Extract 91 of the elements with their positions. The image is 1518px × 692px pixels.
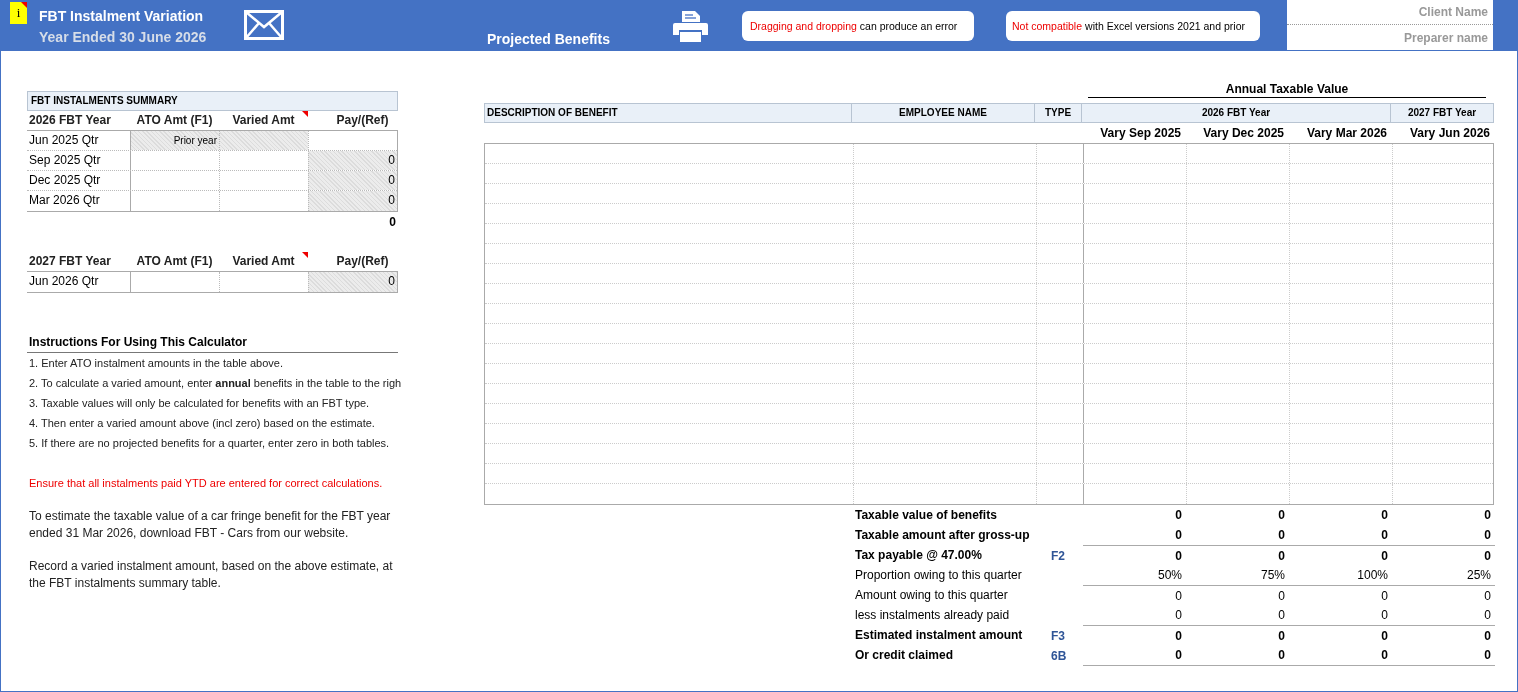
column-header: Varied Amt <box>219 111 308 130</box>
value-cell: 0 <box>1392 625 1495 646</box>
value-cell-text: 0 <box>1174 507 1183 524</box>
instruction-step: 4. Then enter a varied amount above (incl zero) based on the estimate. <box>27 413 398 433</box>
form-code-label: 6B <box>1051 648 1067 663</box>
note-text: To estimate the taxable value of a car fringe benefit for the FBT year ended 31 Mar 2026, download FBT - Cars from our website. <box>28 508 392 542</box>
column-header: ATO Amt (F1) <box>135 253 214 270</box>
value-cell-text: 0 <box>1483 527 1492 544</box>
row-label: Tax payable @ 47.00% <box>854 547 983 564</box>
value-cell-text: 0 <box>1174 607 1183 624</box>
value-cell-text: 0 <box>1483 507 1492 524</box>
column-header: Vary Mar 2026 <box>1305 125 1388 142</box>
row-label: Taxable amount after gross-up <box>854 527 1031 544</box>
note-text: Record a varied instalment amount, based on the above estimate, at the FBT instalments summary table. <box>28 558 394 592</box>
value-cell: 0 <box>1289 585 1392 606</box>
row-label: less instalments already paid <box>854 607 1011 624</box>
name-field[interactable]: Client Name <box>1287 0 1493 25</box>
table-cell[interactable] <box>219 131 308 150</box>
column-header: 2027 FBT Year <box>1391 103 1494 123</box>
row-label: Estimated instalment amount <box>854 627 1024 644</box>
value-cell-text: 50% <box>1156 567 1183 584</box>
comment-marker-icon <box>21 2 27 8</box>
column-header: DESCRIPTION OF BENEFIT <box>484 103 852 123</box>
value-cell: 0 <box>1083 645 1186 666</box>
column-header: Pay/(Ref) <box>335 112 390 129</box>
group-heading: Annual Taxable Value <box>1088 79 1486 98</box>
value-cell-text: 100% <box>1356 567 1389 584</box>
value-cell-text: 0 <box>1380 507 1389 524</box>
table-cell[interactable]: 0 <box>308 171 397 190</box>
column-header: Vary Dec 2025 <box>1202 125 1285 142</box>
instruction-step: 1. Enter ATO instalment amounts in the table above. <box>27 353 398 373</box>
total-value: 0 <box>389 214 397 231</box>
column-header: 2027 FBT Year <box>28 253 112 270</box>
comment-marker-icon <box>302 111 308 117</box>
value-cell: 0 <box>1186 625 1289 646</box>
instructions-heading: Instructions For Using This Calculator <box>27 332 398 353</box>
table-cell[interactable]: 0 <box>308 191 397 211</box>
value-cell: 0 <box>1392 585 1495 606</box>
value-cell-text: 0 <box>1174 527 1183 544</box>
info-badge[interactable]: i <box>10 2 27 24</box>
form-code-label: F3 <box>1051 628 1065 643</box>
value-cell-text: 0 <box>1483 607 1492 624</box>
value-cell-text: 0 <box>1277 507 1286 524</box>
benefits-entry-grid[interactable] <box>484 143 1494 505</box>
column-header: Vary Sep 2025 <box>1099 125 1182 142</box>
column-header: Varied Amt <box>219 252 308 271</box>
printer-icon[interactable] <box>673 10 708 42</box>
value-cell-text: 25% <box>1465 567 1492 584</box>
value-cell: 0 <box>1392 545 1495 566</box>
notice-message: Dragging and dropping can produce an error <box>742 11 974 41</box>
warning-text: Ensure that all instalments paid YTD are entered for correct calculations. <box>28 476 384 491</box>
comment-marker-icon <box>302 252 308 258</box>
column-header: Vary Jun 2026 <box>1408 125 1491 142</box>
value-cell: 0 <box>1186 645 1289 666</box>
value-cell: 0 <box>1186 585 1289 606</box>
notice-message: Not compatible with Excel versions 2021 and prior <box>1006 11 1260 41</box>
value-cell: 0 <box>1289 545 1392 566</box>
instruction-step: 5. If there are no projected benefits for a quarter, enter zero in both tables. <box>27 433 398 453</box>
value-cell: 0 <box>1186 545 1289 566</box>
value-cell-text: 0 <box>1277 527 1286 544</box>
table-cell[interactable]: 0 <box>308 151 397 170</box>
table-cell[interactable]: 0 <box>308 272 397 292</box>
value-cell-text: 0 <box>1380 527 1389 544</box>
column-header: TYPE <box>1035 103 1082 123</box>
column-header: 2026 FBT Year <box>1082 103 1391 123</box>
column-header: Pay/(Ref) <box>335 253 390 270</box>
value-cell-text: 75% <box>1259 567 1286 584</box>
row-label: Or credit claimed <box>854 647 955 664</box>
value-cell: 0 <box>1083 625 1186 646</box>
app-title: FBT Instalment Variation <box>39 8 204 24</box>
value-cell: 0 <box>1083 545 1186 566</box>
value-cell: 0 <box>1392 645 1495 666</box>
value-cell: 0 <box>1083 585 1186 606</box>
value-cell: 0 <box>1289 625 1392 646</box>
column-header: EMPLOYEE NAME <box>852 103 1035 123</box>
instruction-step: 3. Taxable values will only be calculated for benefits with an FBT type. <box>27 393 398 413</box>
form-code-label: F2 <box>1051 548 1065 563</box>
row-label: Proportion owing to this quarter <box>854 567 1023 584</box>
column-header: ATO Amt (F1) <box>135 112 214 129</box>
value-cell-text: 0 <box>1277 607 1286 624</box>
value-cell: 0 <box>1289 645 1392 666</box>
name-field[interactable]: Preparer name <box>1287 25 1493 50</box>
table-cell[interactable]: Prior year <box>130 131 219 150</box>
row-label: Amount owing to this quarter <box>854 587 1009 604</box>
section-title: Projected Benefits <box>487 31 611 47</box>
column-header: 2026 FBT Year <box>28 112 112 129</box>
envelope-icon[interactable] <box>244 10 284 40</box>
app-subtitle: Year Ended 30 June 2026 <box>39 29 207 45</box>
table-title: FBT INSTALMENTS SUMMARY <box>27 91 398 111</box>
value-cell-text: 0 <box>1380 607 1389 624</box>
row-label: Taxable value of benefits <box>854 507 998 524</box>
